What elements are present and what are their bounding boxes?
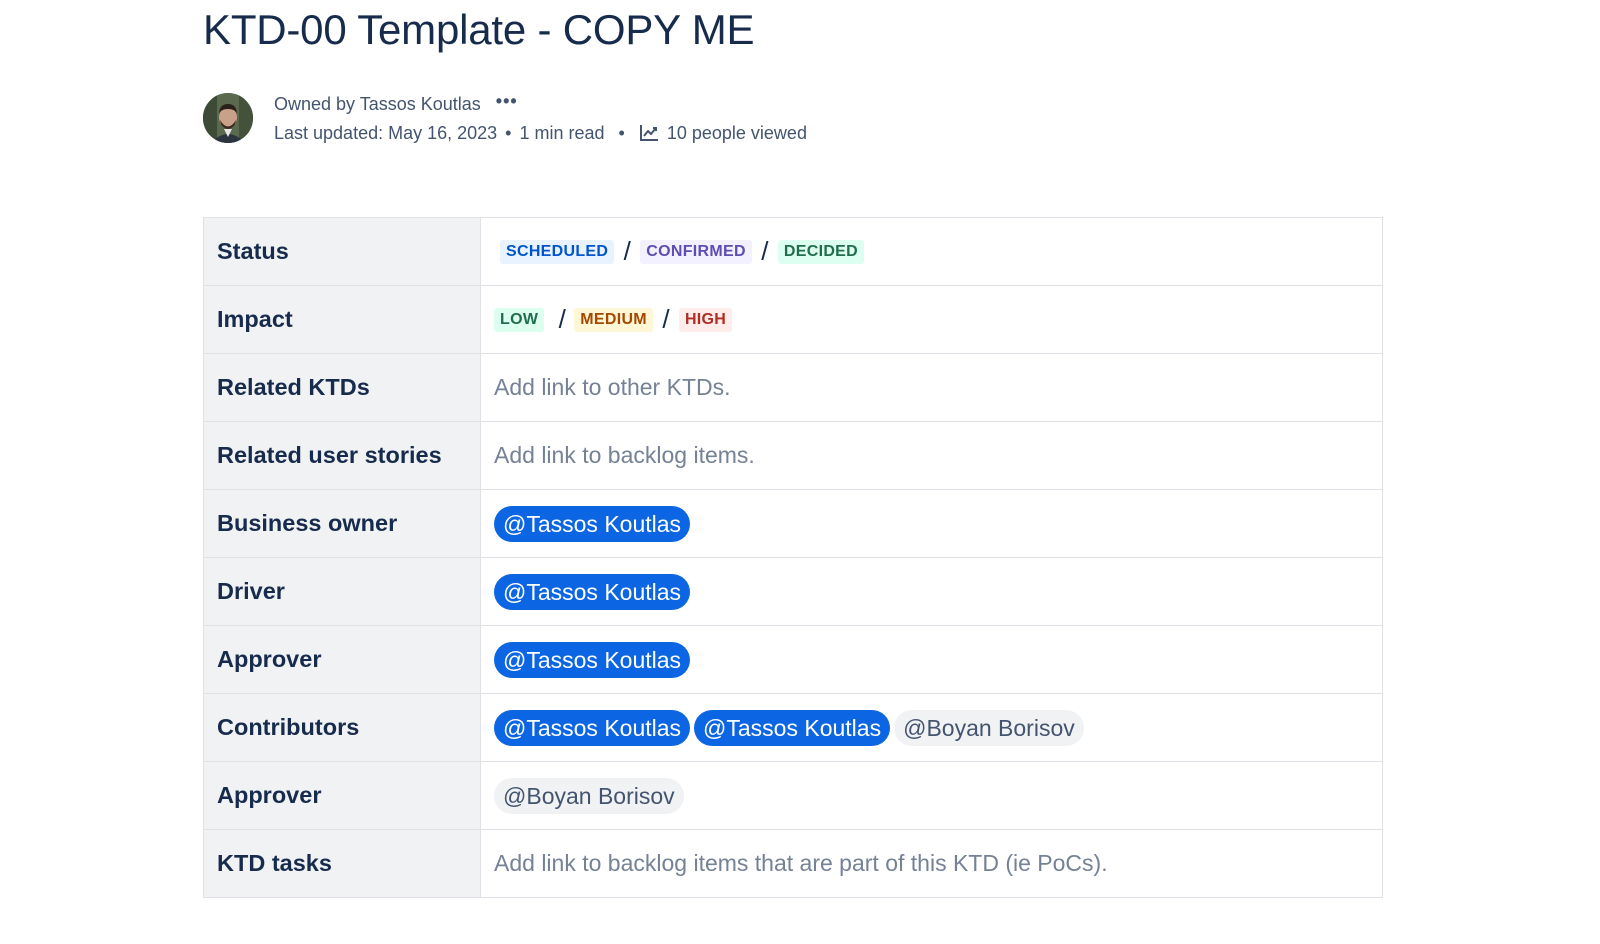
status-lozenge-confirmed[interactable]: CONFIRMED bbox=[640, 239, 752, 264]
row-label: Contributors bbox=[203, 693, 481, 762]
row-label: KTD tasks bbox=[203, 829, 481, 898]
page-byline: Owned by Tassos Koutlas ••• Last updated… bbox=[203, 90, 1103, 145]
row-label: Business owner bbox=[203, 489, 481, 558]
status-lozenge-decided[interactable]: DECIDED bbox=[777, 239, 864, 264]
user-mention[interactable]: @Boyan Borisov bbox=[494, 777, 684, 814]
owned-by-text[interactable]: Owned by Tassos Koutlas bbox=[274, 94, 481, 114]
separator-dot: • bbox=[618, 123, 625, 143]
table-row-related-ktds: Related KTDs Add link to other KTDs. bbox=[203, 353, 1383, 422]
separator-slash: / bbox=[761, 236, 769, 266]
table-row-driver: Driver @Tassos Koutlas bbox=[203, 557, 1383, 626]
placeholder-text: Add link to other KTDs. bbox=[494, 374, 731, 400]
related-ktds-cell[interactable]: Add link to other KTDs. bbox=[480, 353, 1383, 422]
driver-cell: @Tassos Koutlas bbox=[480, 557, 1383, 626]
table-row-business-owner: Business owner @Tassos Koutlas bbox=[203, 489, 1383, 558]
avatar-photo bbox=[203, 93, 253, 143]
impact-lozenge-low[interactable]: LOW bbox=[494, 307, 545, 332]
approver-2-cell: @Boyan Borisov bbox=[480, 761, 1383, 830]
user-mention[interactable]: @Boyan Borisov bbox=[894, 709, 1084, 746]
table-row-related-user-stories: Related user stories Add link to backlog… bbox=[203, 421, 1383, 490]
separator-slash: / bbox=[662, 304, 670, 334]
business-owner-cell: @Tassos Koutlas bbox=[480, 489, 1383, 558]
table-row-contributors: Contributors @Tassos Koutlas @Tassos Kout… bbox=[203, 693, 1383, 762]
contributors-cell: @Tassos Koutlas @Tassos Koutlas @Boyan Bor… bbox=[480, 693, 1383, 762]
owner-avatar[interactable] bbox=[203, 93, 253, 143]
byline-owner-line: Owned by Tassos Koutlas ••• bbox=[274, 90, 518, 115]
separator-slash: / bbox=[623, 236, 631, 266]
user-mention[interactable]: @Tassos Koutlas bbox=[494, 641, 691, 678]
user-mention[interactable]: @Tassos Koutlas bbox=[494, 709, 691, 746]
row-label: Driver bbox=[203, 557, 481, 626]
related-user-stories-cell[interactable]: Add link to backlog items. bbox=[480, 421, 1383, 490]
status-cell[interactable]: SCHEDULED / CONFIRMED / DECIDED bbox=[480, 217, 1383, 286]
row-label: Approver bbox=[203, 761, 481, 830]
table-row-approver: Approver @Tassos Koutlas bbox=[203, 625, 1383, 694]
row-label: Related KTDs bbox=[203, 353, 481, 422]
placeholder-text: Add link to backlog items. bbox=[494, 442, 755, 468]
separator-dot: • bbox=[505, 123, 512, 143]
page-views-text: 10 people viewed bbox=[666, 123, 807, 143]
table-row-approver-2: Approver @Boyan Borisov bbox=[203, 761, 1383, 830]
ellipsis-icon[interactable]: ••• bbox=[496, 90, 518, 112]
approver-cell: @Tassos Koutlas bbox=[480, 625, 1383, 694]
impact-lozenge-high[interactable]: HIGH bbox=[678, 307, 733, 332]
byline-stats-line: Last updated: May 16, 2023 • 1 min read • 10… bbox=[274, 122, 807, 144]
table-row-impact: Impact LOW / MEDIUM / HIGH bbox=[203, 285, 1383, 354]
page-title: KTD-00 Template - COPY ME bbox=[203, 6, 755, 53]
user-mention[interactable]: @Tassos Koutlas bbox=[494, 505, 691, 542]
user-mention[interactable]: @Tassos Koutlas bbox=[694, 709, 891, 746]
row-label: Approver bbox=[203, 625, 481, 694]
last-updated-text[interactable]: Last updated: May 16, 2023 bbox=[274, 123, 497, 143]
read-time-text: 1 min read bbox=[519, 123, 605, 143]
analytics-chart-icon bbox=[639, 125, 658, 141]
page-views-button[interactable]: 10 people viewed bbox=[639, 123, 807, 143]
placeholder-text: Add link to backlog items that are part … bbox=[494, 850, 1108, 876]
status-lozenge-scheduled[interactable]: SCHEDULED bbox=[500, 239, 615, 264]
user-mention[interactable]: @Tassos Koutlas bbox=[494, 573, 691, 610]
table-row-status: Status SCHEDULED / CONFIRMED / DECIDED bbox=[203, 217, 1383, 286]
row-label: Related user stories bbox=[203, 421, 481, 490]
table-row-ktd-tasks: KTD tasks Add link to backlog items that… bbox=[203, 829, 1383, 898]
separator-slash: / bbox=[558, 304, 566, 334]
row-label: Impact bbox=[203, 285, 481, 354]
ktd-tasks-cell[interactable]: Add link to backlog items that are part … bbox=[480, 829, 1383, 898]
impact-lozenge-medium[interactable]: MEDIUM bbox=[574, 307, 653, 332]
row-label: Status bbox=[203, 217, 481, 286]
impact-cell[interactable]: LOW / MEDIUM / HIGH bbox=[480, 285, 1383, 354]
ktd-properties-table: Status SCHEDULED / CONFIRMED / DECIDED I… bbox=[203, 217, 1383, 898]
